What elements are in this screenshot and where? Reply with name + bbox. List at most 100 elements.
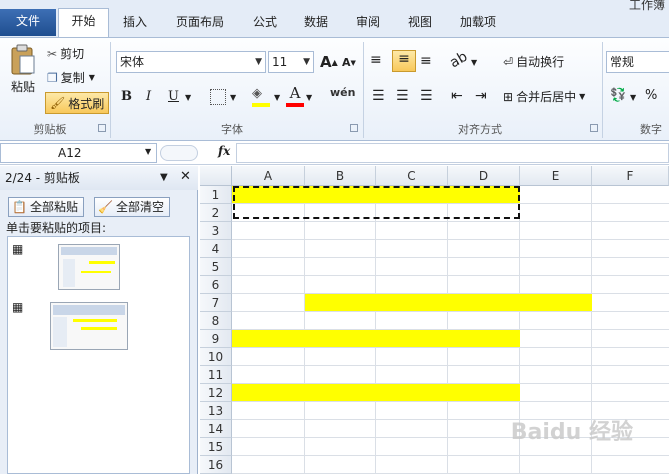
wrap-text-label: 自动换行 [516,55,565,69]
tab-file[interactable]: 文件 [0,9,56,36]
insert-function-button[interactable]: fx [218,144,230,158]
alignment-launcher-icon[interactable] [590,124,598,132]
excel-item-icon: ▦ [12,242,24,256]
pane-options-icon[interactable]: ▼ [160,172,168,183]
align-top-icon[interactable]: ≡ [370,52,382,68]
row-header-7[interactable]: 7 [200,294,232,312]
font-name-value: 宋体 [120,55,145,69]
align-right-icon[interactable]: ☰ [420,88,433,104]
column-header-D[interactable]: D [448,166,520,186]
row-header-10[interactable]: 10 [200,348,232,366]
column-header-B[interactable]: B [305,166,376,186]
font-name-combo[interactable]: 宋体 ▼ [116,51,266,73]
name-box[interactable]: A12 [0,143,157,163]
chevron-down-icon[interactable]: ▼ [145,147,151,156]
close-icon[interactable]: ✕ [180,169,191,184]
chevron-down-icon[interactable]: ▼ [185,93,191,102]
align-middle-icon[interactable]: ≡ [392,50,416,72]
chevron-down-icon[interactable]: ▼ [471,58,477,67]
column-header-C[interactable]: C [376,166,448,186]
decrease-indent-icon[interactable]: ⇤ [451,88,463,104]
row-header-13[interactable]: 13 [200,402,232,420]
formula-splitter[interactable] [160,145,198,161]
align-bottom-icon[interactable]: ≡ [420,53,432,69]
percent-button[interactable]: % [645,88,657,103]
row-header-6[interactable]: 6 [200,276,232,294]
row-header-12[interactable]: 12 [200,384,232,402]
tab-data[interactable]: 数据 [296,10,336,37]
group-divider [110,42,111,138]
wrap-text-button[interactable]: ⏎ 自动换行 [503,53,564,70]
highlighted-cells-row-7[interactable] [305,294,592,311]
highlighted-cells-row-9[interactable] [232,330,520,347]
row-header-14[interactable]: 14 [200,420,232,438]
row-header-2[interactable]: 2 [200,204,232,222]
fill-color-button[interactable]: ◈ [252,86,272,108]
font-size-combo[interactable]: 11 ▼ [268,51,314,73]
tab-home[interactable]: 开始 [58,8,109,38]
row-header-1[interactable]: 1 [200,186,232,204]
font-color-button[interactable]: A [286,84,304,108]
number-format-value: 常规 [610,55,635,69]
tab-formulas[interactable]: 公式 [245,10,285,37]
align-left-icon[interactable]: ☰ [372,88,385,104]
paste-all-button[interactable]: 📋 全部粘贴 [8,197,84,217]
formula-input[interactable] [236,143,669,163]
font-size-value: 11 [272,55,288,69]
clear-all-button[interactable]: 🧹 全部清空 [94,197,170,217]
copy-button[interactable]: ❐ 复制 ▼ [47,69,95,86]
group-divider [602,42,603,138]
increase-indent-icon[interactable]: ⇥ [475,88,487,104]
chevron-down-icon[interactable]: ▼ [274,93,280,102]
paste-button[interactable]: 粘贴 [6,44,40,100]
clipboard-group-label: 剪贴板 [33,123,67,136]
number-format-combo[interactable]: 常规 [606,51,669,73]
grid-row-line [232,401,669,402]
column-header-E[interactable]: E [520,166,592,186]
clear-all-icon: 🧹 [98,200,113,214]
row-header-11[interactable]: 11 [200,366,232,384]
currency-icon[interactable]: 💱 [610,88,626,103]
tab-view[interactable]: 视图 [400,10,440,37]
underline-button[interactable]: U [168,89,179,104]
chevron-down-icon: ▼ [579,92,586,101]
tab-review[interactable]: 审阅 [348,10,388,37]
clipboard-item[interactable]: ▦ [12,242,182,292]
border-icon[interactable] [210,89,226,105]
row-header-5[interactable]: 5 [200,258,232,276]
paste-all-icon: 📋 [12,200,27,214]
chevron-down-icon[interactable]: ▼ [306,93,312,102]
tab-addins[interactable]: 加载项 [452,10,504,37]
merge-center-button[interactable]: ⊞ 合并后居中 ▼ [503,88,585,105]
grow-font-button[interactable]: A ▲ [320,53,338,71]
font-launcher-icon[interactable] [350,124,358,132]
format-painter-button[interactable]: 🖌 格式刷 [45,92,110,114]
chevron-down-icon: ▼ [303,57,310,67]
phonetic-guide-button[interactable]: wén [330,86,355,99]
shrink-font-button[interactable]: A ▼ [342,56,356,69]
chevron-down-icon[interactable]: ▼ [230,93,236,102]
shrink-font-label: A [342,56,351,69]
bold-button[interactable]: B [121,89,132,104]
row-header-4[interactable]: 4 [200,240,232,258]
column-header-F[interactable]: F [592,166,669,186]
tab-insert[interactable]: 插入 [115,10,155,37]
clipboard-item[interactable]: ▦ [12,300,182,354]
highlighted-cells-row-12[interactable] [232,384,520,401]
row-header-15[interactable]: 15 [200,438,232,456]
clipboard-pane-title: 2/24 - 剪贴板 [0,166,198,190]
align-center-icon[interactable]: ☰ [396,88,409,104]
column-header-A[interactable]: A [232,166,305,186]
cut-button[interactable]: ✂ 剪切 [47,45,84,62]
row-header-3[interactable]: 3 [200,222,232,240]
row-header-16[interactable]: 16 [200,456,232,474]
chevron-down-icon[interactable]: ▼ [89,73,95,82]
row-header-9[interactable]: 9 [200,330,232,348]
row-header-8[interactable]: 8 [200,312,232,330]
select-all-corner[interactable] [200,166,232,186]
watermark: Baidu 经验 [510,420,633,445]
tab-page-layout[interactable]: 页面布局 [168,10,232,37]
clipboard-launcher-icon[interactable] [98,124,106,132]
italic-button[interactable]: I [146,89,151,104]
chevron-down-icon[interactable]: ▼ [630,93,636,102]
